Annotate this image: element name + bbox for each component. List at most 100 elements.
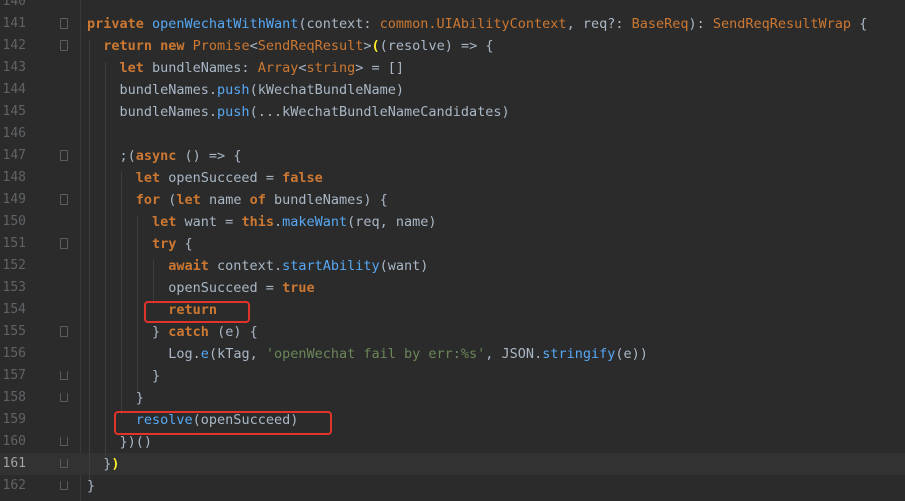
- code-line[interactable]: 141 private openWechatWithWant(context: c…: [0, 13, 905, 35]
- line-number: 153: [2, 280, 26, 295]
- code-line[interactable]: 143 let bundleNames: Array<string> = []: [0, 57, 905, 79]
- line-number: 148: [2, 170, 26, 185]
- fold-marker-icon[interactable]: [60, 326, 68, 337]
- code-token: (resolve) => {: [379, 38, 494, 54]
- code-line[interactable]: 152 await context.startAbility(want): [0, 255, 905, 277]
- code-text: let openSucceed = false: [87, 167, 323, 189]
- code-token: push: [217, 82, 250, 98]
- code-token: catch: [168, 324, 218, 340]
- code-token: {: [851, 16, 868, 32]
- code-line[interactable]: 148 let openSucceed = false: [0, 167, 905, 189]
- code-token: (context:: [298, 16, 380, 32]
- line-number: 142: [2, 38, 26, 53]
- fold-marker-icon[interactable]: [60, 194, 68, 205]
- fold-marker-icon[interactable]: [60, 18, 68, 29]
- line-number: 158: [2, 390, 26, 405]
- fold-marker-icon[interactable]: [60, 393, 68, 402]
- code-token: bundleNames.: [87, 82, 218, 98]
- code-line[interactable]: 144 bundleNames.push(kWechatBundleName): [0, 79, 905, 101]
- code-token: openSucceed =: [87, 280, 283, 296]
- code-line[interactable]: 140: [0, 0, 905, 13]
- code-token: false: [282, 170, 323, 186]
- fold-marker-icon[interactable]: [60, 371, 68, 380]
- indent-guide: [121, 172, 122, 414]
- code-token: bundleNames:: [152, 60, 258, 76]
- code-token: }: [87, 390, 144, 406]
- code-token: e: [200, 346, 209, 362]
- code-token: this: [241, 214, 274, 230]
- code-line[interactable]: 149 for (let name of bundleNames) {: [0, 189, 905, 211]
- code-line[interactable]: 145 bundleNames.push(...kWechatBundleNam…: [0, 101, 905, 123]
- code-line[interactable]: 147 ;(async () => {: [0, 145, 905, 167]
- code-token: startAbility: [282, 258, 380, 274]
- code-text: ;(async () => {: [87, 145, 242, 167]
- code-token: BaseReq: [631, 16, 689, 32]
- line-number: 141: [2, 16, 26, 31]
- code-token: }: [87, 368, 161, 384]
- code-text: try {: [87, 233, 193, 255]
- code-token: }: [87, 324, 169, 340]
- code-text: await context.startAbility(want): [87, 255, 428, 277]
- code-text: private openWechatWithWant(context: comm…: [87, 13, 867, 35]
- line-number: 149: [2, 192, 26, 207]
- code-line[interactable]: 157 }: [0, 365, 905, 387]
- code-token: (e) {: [217, 324, 258, 340]
- code-line[interactable]: 158 }: [0, 387, 905, 409]
- code-token: {: [184, 236, 193, 252]
- code-line[interactable]: 146: [0, 123, 905, 145]
- code-token: async: [135, 148, 177, 164]
- code-token: makeWant: [282, 214, 348, 230]
- code-text: bundleNames.push(kWechatBundleName): [87, 79, 405, 101]
- code-token: stringify: [542, 346, 616, 362]
- code-token: (req, name): [347, 214, 437, 230]
- fold-marker-icon[interactable]: [60, 238, 68, 249]
- fold-marker-icon[interactable]: [60, 481, 68, 490]
- code-token: (e)): [615, 346, 648, 362]
- code-text: } catch (e) {: [87, 321, 258, 343]
- fold-marker-icon[interactable]: [60, 150, 68, 161]
- indent-guide: [105, 62, 106, 458]
- code-token: let: [176, 192, 209, 208]
- code-token: ;(: [87, 148, 136, 164]
- code-token: openWechatWithWant: [152, 16, 299, 32]
- code-token: <: [249, 38, 258, 54]
- code-text: for (let name of bundleNames) {: [87, 189, 388, 211]
- line-number: 150: [2, 214, 26, 229]
- code-line[interactable]: 150 let want = this.makeWant(req, name): [0, 211, 905, 233]
- code-line[interactable]: 154 return: [0, 299, 905, 321]
- line-number: 152: [2, 258, 26, 273]
- code-text: }: [87, 387, 144, 409]
- fold-marker-icon[interactable]: [60, 459, 68, 468]
- line-number: 145: [2, 104, 26, 119]
- code-token: push: [217, 104, 250, 120]
- code-line[interactable]: 142 return new Promise<SendReqResult>((r…: [0, 35, 905, 57]
- code-token: 'openWechat fail by err:%s': [265, 346, 486, 362]
- code-token: try: [87, 236, 185, 252]
- code-token: (...kWechatBundleNameCandidates): [249, 104, 510, 120]
- code-line[interactable]: 153 openSucceed = true: [0, 277, 905, 299]
- code-token: .: [273, 214, 283, 230]
- code-text: }): [87, 453, 119, 475]
- code-line[interactable]: 162}: [0, 475, 905, 497]
- line-number: 161: [2, 456, 26, 471]
- code-text: Log.e(kTag, 'openWechat fail by err:%s',…: [87, 343, 648, 365]
- code-line[interactable]: 155 } catch (e) {: [0, 321, 905, 343]
- fold-marker-icon[interactable]: [60, 437, 68, 446]
- code-line[interactable]: 161 }): [0, 453, 905, 475]
- line-number: 159: [2, 412, 26, 427]
- line-number: 146: [2, 126, 26, 141]
- code-text: }: [87, 365, 160, 387]
- code-token: for: [87, 192, 169, 208]
- code-token: bundleNames) {: [273, 192, 388, 208]
- code-token: () => {: [176, 148, 242, 164]
- line-number: 162: [2, 478, 26, 493]
- code-line[interactable]: 151 try {: [0, 233, 905, 255]
- code-token: }: [87, 456, 112, 472]
- code-token: (: [371, 38, 380, 54]
- code-token: name: [208, 192, 250, 208]
- code-line[interactable]: 156 Log.e(kTag, 'openWechat fail by err:…: [0, 343, 905, 365]
- code-token: let: [87, 214, 185, 230]
- fold-marker-icon[interactable]: [60, 40, 68, 51]
- code-token: common.UIAbilityContext: [379, 16, 567, 32]
- code-editor[interactable]: 140 141 private openWechatWithWant(context…: [0, 0, 905, 501]
